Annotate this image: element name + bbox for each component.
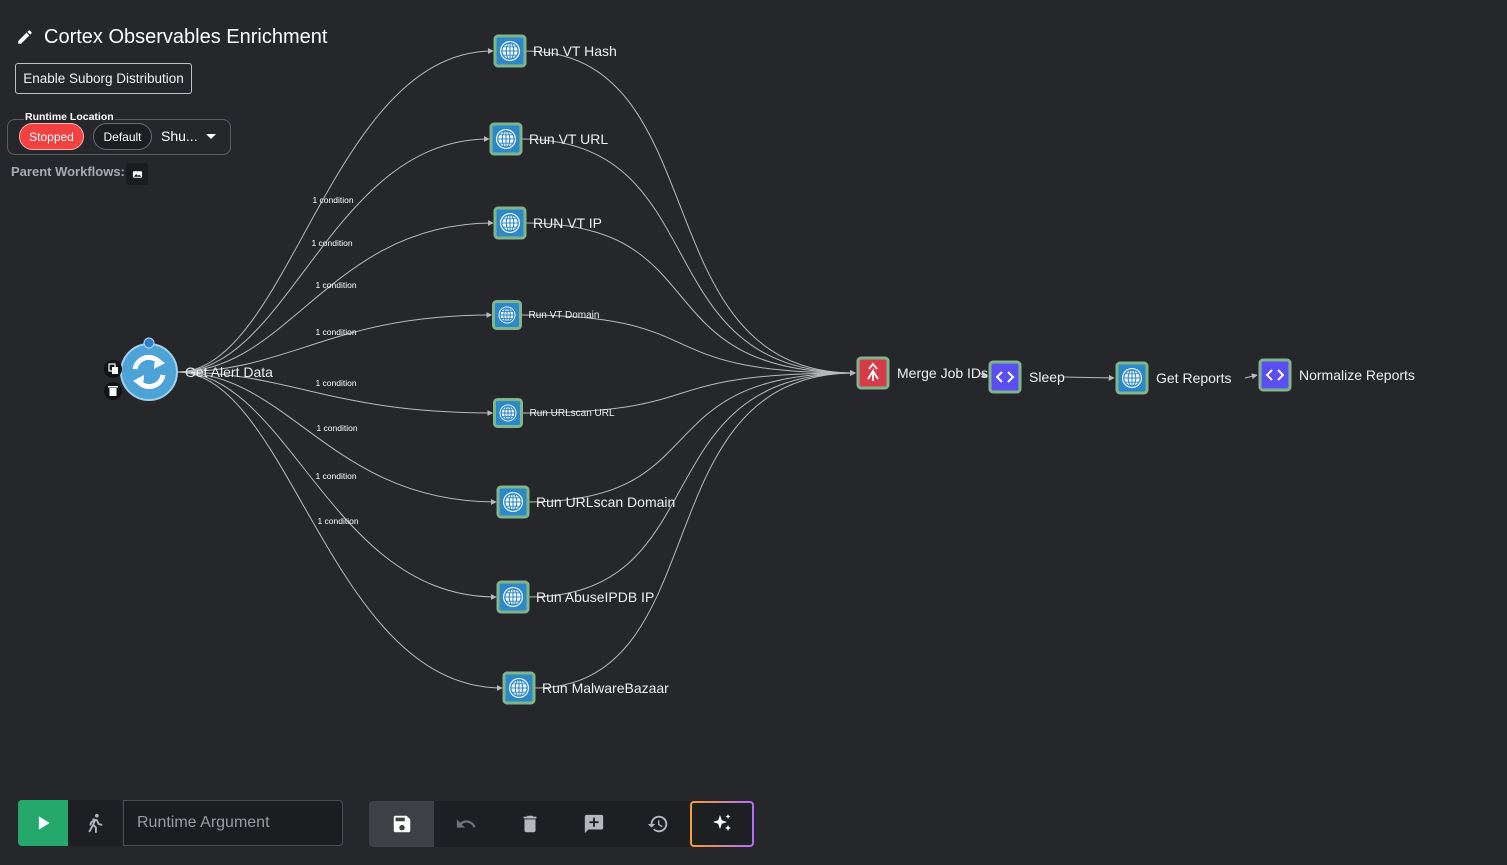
runtime-argument-input[interactable] bbox=[123, 800, 343, 846]
default-environment-chip[interactable]: Default bbox=[93, 123, 152, 150]
undo-button[interactable] bbox=[434, 801, 498, 847]
parent-workflows-label: Parent Workflows: bbox=[11, 164, 125, 179]
branch-node-label: Run VT Hash bbox=[533, 43, 617, 59]
branch-node-label: Run MalwareBazaar bbox=[542, 680, 669, 696]
start-node-label: Get Alert Data bbox=[185, 364, 273, 380]
delete-node-button[interactable] bbox=[104, 382, 122, 400]
image-icon bbox=[132, 170, 142, 178]
condition-label[interactable]: 1 condition bbox=[312, 195, 353, 205]
workflow-title[interactable]: Cortex Observables Enrichment bbox=[16, 24, 327, 50]
condition-label[interactable]: 1 condition bbox=[317, 516, 358, 526]
save-button[interactable] bbox=[369, 801, 434, 847]
enable-suborg-distribution-button[interactable]: Enable Suborg Distribution bbox=[15, 63, 192, 94]
edge-start-to-branch[interactable] bbox=[176, 48, 494, 373]
branch-node[interactable]: RUN VT IP bbox=[493, 206, 602, 240]
edge-chain[interactable] bbox=[1244, 373, 1258, 380]
start-node-handle[interactable] bbox=[143, 337, 155, 349]
branch-node-label: Run VT Domain bbox=[529, 310, 600, 321]
copy-node-button[interactable] bbox=[104, 360, 122, 378]
edge-branch-to-merge[interactable] bbox=[524, 222, 856, 376]
edge-branch-to-merge[interactable] bbox=[521, 370, 856, 414]
branch-node[interactable]: Run URLscan Domain bbox=[496, 485, 675, 519]
play-icon bbox=[38, 816, 50, 830]
chevron-down-icon bbox=[205, 133, 216, 139]
branch-node-label: Run AbuseIPDB IP bbox=[536, 589, 654, 605]
edge-start-to-branch[interactable] bbox=[176, 371, 497, 600]
chain-node-label: Normalize Reports bbox=[1299, 367, 1415, 383]
stopped-status-chip[interactable]: Stopped bbox=[19, 123, 84, 150]
edge-start-to-branch[interactable] bbox=[176, 136, 490, 373]
condition-label[interactable]: 1 condition bbox=[315, 378, 356, 388]
undo-icon bbox=[456, 819, 476, 828]
branch-node-label: Run URLscan URL bbox=[530, 408, 615, 419]
run-from-node-button[interactable] bbox=[68, 800, 122, 846]
environment-select[interactable]: Shu... bbox=[161, 126, 223, 146]
chain-node[interactable]: Sleep bbox=[988, 360, 1065, 394]
edge-branch-to-merge[interactable] bbox=[527, 370, 856, 598]
node-box[interactable] bbox=[1258, 358, 1292, 392]
edge-chain[interactable] bbox=[1062, 374, 1115, 381]
runtime-location-label: Runtime Location bbox=[24, 111, 115, 123]
condition-label[interactable]: 1 condition bbox=[315, 327, 356, 337]
branch-node-label: Run VT URL bbox=[529, 131, 608, 147]
edge-branch-to-merge[interactable] bbox=[524, 50, 856, 376]
edge-branch-to-merge[interactable] bbox=[520, 314, 856, 376]
edge-branch-to-merge[interactable] bbox=[527, 370, 856, 503]
branch-node[interactable]: Run URLscan URL bbox=[493, 398, 615, 428]
branch-node-label: RUN VT IP bbox=[533, 215, 602, 231]
environment-select-value: Shu... bbox=[161, 128, 198, 144]
parent-workflows-button[interactable] bbox=[126, 163, 148, 185]
save-icon bbox=[393, 815, 410, 833]
edge-branch-to-merge[interactable] bbox=[533, 370, 856, 689]
trash-icon bbox=[109, 388, 117, 396]
history-button[interactable] bbox=[626, 801, 690, 847]
trash-icon bbox=[523, 815, 537, 833]
edge-start-to-branch[interactable] bbox=[176, 371, 497, 505]
edge-start-to-branch[interactable] bbox=[176, 371, 503, 691]
edge-branch-to-merge[interactable] bbox=[520, 138, 856, 376]
branch-node[interactable]: Run VT Domain bbox=[492, 300, 600, 330]
branch-node-label: Run URLscan Domain bbox=[536, 494, 675, 510]
chain-node[interactable]: Merge Job IDs bbox=[856, 356, 988, 390]
history-icon bbox=[647, 815, 668, 833]
edit-pencil-icon[interactable] bbox=[16, 28, 34, 46]
chain-node[interactable]: Normalize Reports bbox=[1258, 358, 1415, 392]
execute-workflow-button[interactable] bbox=[18, 800, 68, 846]
branch-node[interactable]: Run VT Hash bbox=[493, 34, 617, 68]
condition-label[interactable]: 1 condition bbox=[316, 423, 357, 433]
add-comment-icon bbox=[584, 814, 604, 834]
workflow-title-text: Cortex Observables Enrichment bbox=[44, 25, 328, 48]
node-box[interactable] bbox=[988, 360, 1022, 394]
editor-toolbar bbox=[369, 801, 754, 847]
running-person-icon bbox=[88, 813, 103, 834]
chain-node-label: Get Reports bbox=[1156, 370, 1231, 386]
condition-label[interactable]: 1 condition bbox=[311, 238, 352, 248]
chain-node-label: Merge Job IDs bbox=[897, 365, 988, 381]
condition-label[interactable]: 1 condition bbox=[315, 471, 356, 481]
chain-node[interactable]: Get Reports bbox=[1115, 361, 1231, 395]
ai-assist-button[interactable] bbox=[690, 801, 754, 847]
delete-button[interactable] bbox=[498, 801, 562, 847]
branch-node[interactable]: Run VT URL bbox=[489, 122, 608, 156]
sparkles-icon bbox=[713, 814, 731, 831]
branch-node[interactable]: Run AbuseIPDB IP bbox=[496, 580, 654, 614]
add-comment-button[interactable] bbox=[562, 801, 626, 847]
condition-label[interactable]: 1 condition bbox=[315, 280, 356, 290]
chain-node-label: Sleep bbox=[1029, 369, 1065, 385]
